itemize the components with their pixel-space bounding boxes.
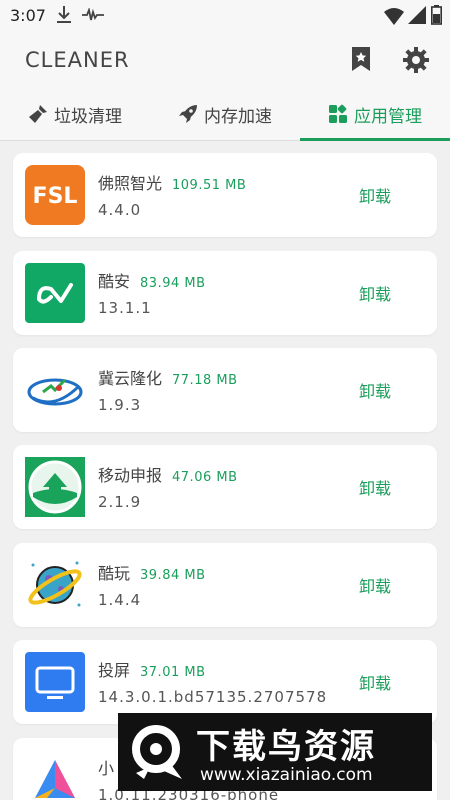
apps-grid-icon [329,104,347,123]
list-item[interactable]: 冀云隆化 77.18 MB 1.9.3 卸载 [13,348,437,432]
list-item[interactable]: 投屏 37.01 MB 14.3.0.1.bd57135.2707578 卸载 [13,640,437,724]
triangle-app-icon [35,760,75,798]
broom-icon [29,105,47,123]
fsl-app-icon: FSL [25,165,85,225]
app-size: 83.94 MB [140,276,206,291]
bird-logo-icon [132,725,182,779]
wifi-icon [384,8,404,25]
svg-text:FSL: FSL [33,184,78,209]
tab-label: 应用管理 [354,106,422,127]
app-title: CLEANER [25,48,130,72]
coolapk-app-icon [25,263,85,323]
app-name: 佛照智光 [98,174,163,193]
list-item[interactable]: 移动申报 47.06 MB 2.1.9 卸载 [13,445,437,529]
app-name: 小 [98,759,115,778]
app-name: 冀云隆化 [98,369,163,388]
watermark-banner: 下载鸟资源 www.xiazainiao.com [118,713,432,791]
status-bar: 3:07 [0,0,450,32]
monitor-app-icon [25,652,85,712]
watermark-title: 下载鸟资源 [196,727,376,767]
app-version: 1.4.4 [98,591,142,609]
rocket-icon [179,105,197,123]
app-name: 酷安 [98,272,131,291]
settings-gear-icon[interactable] [402,46,430,74]
uninstall-button[interactable]: 卸载 [359,281,391,305]
tab-bar: 垃圾清理 内存加速 应用管理 [0,88,450,141]
uninstall-button[interactable]: 卸载 [359,378,391,402]
tab-app-manage[interactable]: 应用管理 [300,88,450,141]
app-version: 14.3.0.1.bd57135.2707578 [98,688,328,706]
app-size: 109.51 MB [172,178,247,193]
uninstall-button[interactable]: 卸载 [359,183,391,207]
uninstall-button[interactable]: 卸载 [359,475,391,499]
tab-label: 垃圾清理 [54,106,122,127]
app-version: 2.1.9 [98,493,142,511]
tab-memory-boost[interactable]: 内存加速 [150,88,300,140]
bookmark-icon[interactable] [350,46,372,72]
app-size: 77.18 MB [172,373,238,388]
list-item[interactable]: 酷玩 39.84 MB 1.4.4 卸载 [13,543,437,627]
planet-app-icon [28,561,82,607]
app-size: 37.01 MB [140,665,206,680]
app-size: 47.06 MB [172,470,238,485]
app-version: 1.9.3 [98,396,142,414]
audio-wave-icon [82,8,104,21]
jiyun-app-icon [27,378,83,406]
download-icon [57,6,71,23]
tab-junk-clean[interactable]: 垃圾清理 [0,88,150,140]
app-bar: CLEANER [0,32,450,88]
list-item[interactable]: FSL 佛照智光 109.51 MB 4.4.0 卸载 [13,153,437,237]
app-version: 4.4.0 [98,201,142,219]
list-item[interactable]: 酷安 83.94 MB 13.1.1 卸载 [13,251,437,335]
watermark-url: www.xiazainiao.com [200,765,373,785]
uninstall-button[interactable]: 卸载 [359,573,391,597]
app-size: 39.84 MB [140,568,206,583]
battery-icon [431,5,442,25]
status-time: 3:07 [10,6,46,25]
app-name: 酷玩 [98,564,131,583]
mobile-declare-app-icon [25,457,85,517]
tab-label: 内存加速 [204,106,272,127]
uninstall-button[interactable]: 卸载 [359,670,391,694]
app-version: 13.1.1 [98,299,152,317]
app-list: FSL 佛照智光 109.51 MB 4.4.0 卸载 酷安 83.94 MB 13… [0,141,450,800]
app-name: 移动申报 [98,466,163,485]
app-name: 投屏 [98,661,131,680]
signal-icon [408,6,426,24]
